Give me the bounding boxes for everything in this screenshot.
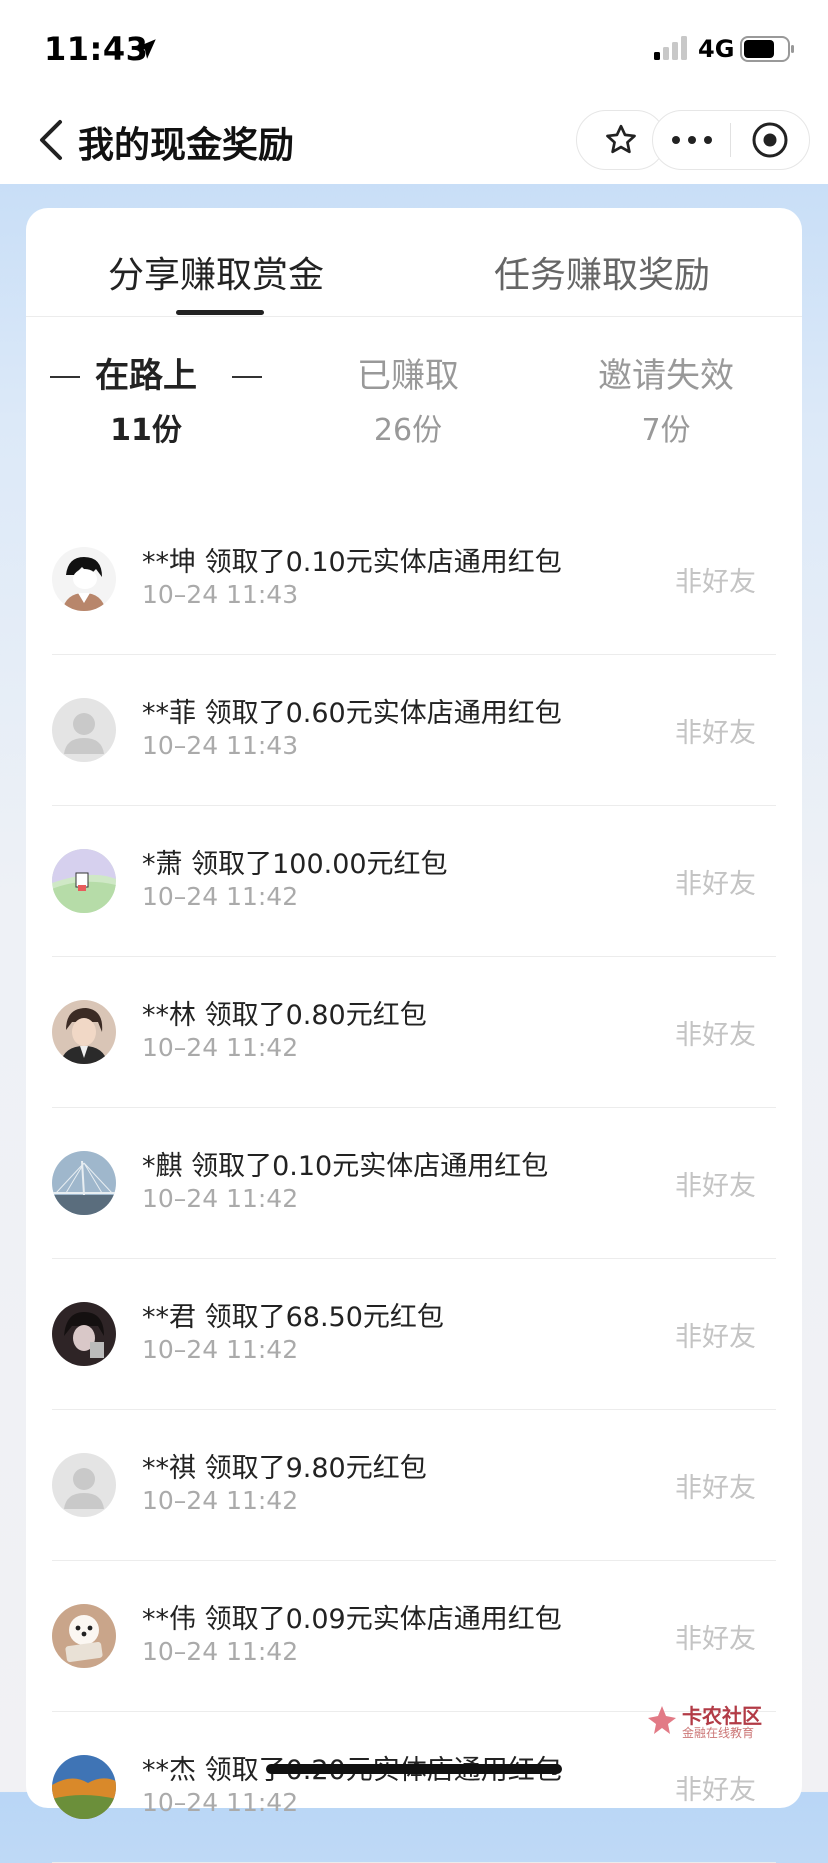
friend-status-tag: 非好友 <box>675 869 756 900</box>
avatar <box>52 547 116 611</box>
friend-status-tag: 非好友 <box>675 567 756 598</box>
subtab-label: 已赚取 <box>357 356 459 396</box>
reward-time: 10–24 11:43 <box>142 580 299 609</box>
subtab-label: 邀请失效 <box>598 356 734 396</box>
watermark-subtext: 金融在线教育 <box>682 1726 755 1740</box>
avatar <box>52 1453 116 1517</box>
avatar <box>52 1000 116 1064</box>
more-button[interactable] <box>653 111 730 169</box>
list-item[interactable]: **君 领取了68.50元红包 10–24 11:42 非好友 <box>52 1259 776 1410</box>
home-indicator <box>266 1764 562 1774</box>
reward-time: 10–24 11:42 <box>142 1788 299 1817</box>
page-title: 我的现金奖励 <box>78 125 295 166</box>
watermark-logo-icon <box>648 1706 676 1734</box>
subtab-on-the-way[interactable]: 在路上 11份 <box>26 348 266 449</box>
list-item[interactable]: **菲 领取了0.60元实体店通用红包 10–24 11:43 非好友 <box>52 655 776 806</box>
friend-status-tag: 非好友 <box>675 1322 756 1353</box>
friend-status-tag: 非好友 <box>675 1473 756 1504</box>
avatar <box>52 1302 116 1366</box>
subtab-label: 在路上 <box>95 356 197 396</box>
cartoon-sky-avatar-icon <box>52 849 116 913</box>
bridge-avatar-icon <box>52 1151 116 1215</box>
list-item[interactable]: **伟 领取了0.09元实体店通用红包 10–24 11:42 非好友 <box>52 1561 776 1712</box>
friend-status-tag: 非好友 <box>675 718 756 749</box>
friend-status-tag: 非好友 <box>675 1171 756 1202</box>
reward-title: **君 领取了68.50元红包 <box>142 1302 444 1333</box>
subtab-dash-left <box>50 376 80 378</box>
reward-title: **祺 领取了9.80元红包 <box>142 1453 427 1484</box>
avatar <box>52 1151 116 1215</box>
autumn-landscape-avatar-icon <box>52 1755 116 1819</box>
reward-title: **伟 领取了0.09元实体店通用红包 <box>142 1604 562 1635</box>
reward-title: **菲 领取了0.60元实体店通用红包 <box>142 698 562 729</box>
reward-title: **林 领取了0.80元红包 <box>142 1000 427 1031</box>
main-tabs: 分享赚取赏金 任务赚取奖励 <box>26 208 802 317</box>
active-tab-indicator <box>176 310 264 315</box>
friend-status-tag: 非好友 <box>675 1775 756 1806</box>
close-mini-program-button[interactable] <box>731 111 808 169</box>
mini-program-capsule <box>652 110 810 170</box>
rewards-card: 分享赚取赏金 任务赚取奖励 在路上 11份 已赚取 26份 邀请失效 7份 **… <box>26 208 802 1863</box>
tab-task-reward[interactable]: 任务赚取奖励 <box>494 246 710 298</box>
status-bar: 11:43 4G <box>0 0 828 96</box>
network-type: 4G <box>698 35 735 63</box>
subtab-count: 7份 <box>641 413 691 448</box>
cartoon-boy-avatar-icon <box>52 547 116 611</box>
reward-time: 10–24 11:42 <box>142 1637 299 1666</box>
back-arrow-icon[interactable] <box>36 118 66 162</box>
battery-icon <box>740 36 794 62</box>
watermark: 卡农社区 金融在线教育 <box>646 1700 776 1744</box>
list-item[interactable]: *萧 领取了100.00元红包 10–24 11:42 非好友 <box>52 806 776 957</box>
location-arrow-icon <box>136 39 156 59</box>
friend-status-tag: 非好友 <box>675 1624 756 1655</box>
reward-time: 10–24 11:42 <box>142 1486 299 1515</box>
signal-icon <box>654 36 687 60</box>
list-item[interactable]: **林 领取了0.80元红包 10–24 11:42 非好友 <box>52 957 776 1108</box>
reward-time: 10–24 11:42 <box>142 1184 299 1213</box>
reward-time: 10–24 11:42 <box>142 1335 299 1364</box>
anime-man-avatar-icon <box>52 1000 116 1064</box>
friend-status-tag: 非好友 <box>675 1020 756 1051</box>
avatar <box>52 849 116 913</box>
default-person-avatar-icon <box>52 698 116 762</box>
list-item[interactable]: *麒 领取了0.10元实体店通用红包 10–24 11:42 非好友 <box>52 1108 776 1259</box>
reward-title: *萧 领取了100.00元红包 <box>142 849 448 880</box>
navigation-bar: 我的现金奖励 <box>0 96 828 184</box>
subtab-dash-right <box>232 376 262 378</box>
target-circle-icon <box>752 122 787 158</box>
list-item[interactable]: **祺 领取了9.80元红包 10–24 11:42 非好友 <box>52 1410 776 1561</box>
subtab-count: 11份 <box>110 413 182 448</box>
subtab-earned[interactable]: 已赚取 26份 <box>288 348 528 449</box>
subtab-count: 26份 <box>373 413 443 448</box>
reward-title: *麒 领取了0.10元实体店通用红包 <box>142 1151 549 1182</box>
subtab-invite-expired[interactable]: 邀请失效 7份 <box>546 348 786 449</box>
list-item[interactable]: **坤 领取了0.10元实体店通用红包 10–24 11:43 非好友 <box>52 504 776 655</box>
reward-time: 10–24 11:42 <box>142 1033 299 1062</box>
avatar <box>52 1755 116 1819</box>
puppy-avatar-icon <box>52 1604 116 1668</box>
reward-time: 10–24 11:43 <box>142 731 299 760</box>
star-icon <box>606 124 636 154</box>
reward-list: **坤 领取了0.10元实体店通用红包 10–24 11:43 非好友 **菲 … <box>52 504 776 1863</box>
reward-time: 10–24 11:42 <box>142 882 299 911</box>
default-person-avatar-icon <box>52 1453 116 1517</box>
dark-photo-avatar-icon <box>52 1302 116 1366</box>
reward-title: **坤 领取了0.10元实体店通用红包 <box>142 547 562 578</box>
more-dots-icon <box>671 136 712 144</box>
avatar <box>52 1604 116 1668</box>
tab-share-bounty[interactable]: 分享赚取赏金 <box>108 246 324 298</box>
avatar <box>52 698 116 762</box>
status-subtabs: 在路上 11份 已赚取 26份 邀请失效 7份 <box>26 348 802 458</box>
